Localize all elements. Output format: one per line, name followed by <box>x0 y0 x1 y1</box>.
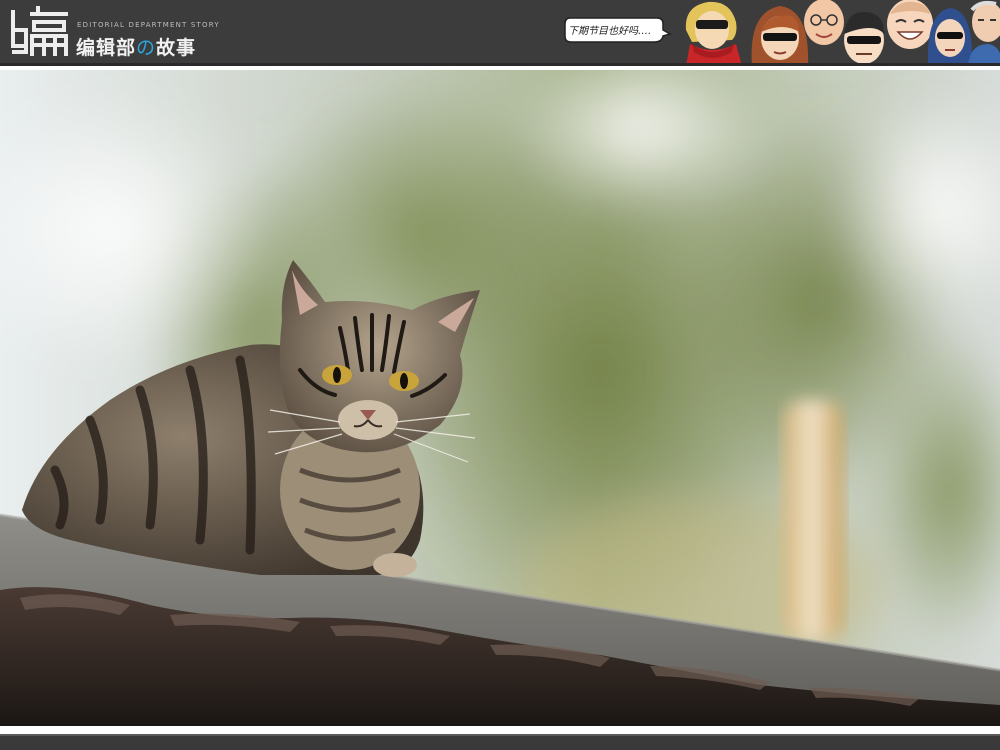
brand-name-prefix: 编辑部 <box>76 37 137 59</box>
cat-on-roof-photo <box>0 70 1000 726</box>
brand-name-no: の <box>136 37 157 59</box>
photo-illustration <box>0 70 1000 726</box>
character-dark-hair-glasses-icon[interactable] <box>838 8 890 66</box>
character-old-man-icon[interactable] <box>966 0 1000 66</box>
footer-bar <box>0 734 1000 750</box>
site-logo[interactable] <box>8 6 70 58</box>
brand-name[interactable]: 编辑部の故事 <box>76 33 196 60</box>
site-header: EDITORIAL DEPARTMENT STORY 编辑部の故事 下期节目也好… <box>0 0 1000 66</box>
character-group <box>676 0 1000 66</box>
speech-bubble-text: 下期节目也好吗…… <box>568 26 650 37</box>
brand-subtitle: EDITORIAL DEPARTMENT STORY <box>77 21 220 29</box>
character-blonde-sunglasses-icon[interactable] <box>678 0 748 66</box>
brand-name-suffix: 故事 <box>156 37 197 59</box>
